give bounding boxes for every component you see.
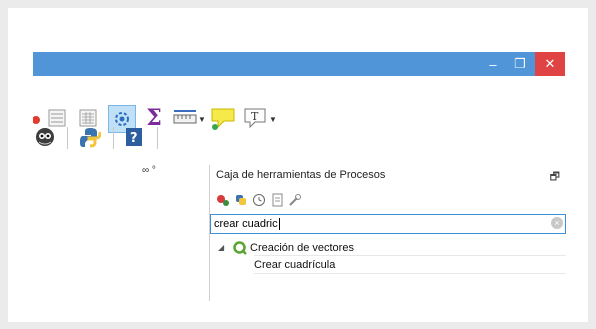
toolbar-separator: [113, 127, 114, 149]
text-annotation-icon[interactable]: T: [243, 105, 267, 131]
collapse-arrow-icon[interactable]: ◢: [218, 243, 230, 252]
options-wrench-icon[interactable]: [288, 193, 302, 207]
qgis-logo-icon: [230, 240, 250, 255]
minimize-button[interactable]: –: [481, 52, 505, 76]
models-icon[interactable]: [216, 193, 230, 207]
processing-toolbox-panel: Caja de herramientas de Procesos 🗗 crear…: [209, 165, 566, 301]
python-scripts-icon[interactable]: [234, 193, 248, 207]
annotation-icon[interactable]: [209, 105, 237, 131]
maximize-button[interactable]: ❐: [507, 52, 533, 76]
plugins-icon[interactable]: [33, 125, 57, 149]
toolbox-search-input[interactable]: crear cuadric ×: [210, 214, 566, 234]
tree-algorithm-label: Crear cuadrícula: [254, 258, 336, 271]
text-cursor: [279, 218, 280, 230]
toolbar-separator: [67, 127, 68, 149]
panel-float-button[interactable]: 🗗: [550, 168, 560, 187]
window-titlebar: – ❐ ✕: [33, 52, 565, 76]
tree-group-label: Creación de vectores: [250, 241, 354, 254]
close-button[interactable]: ✕: [535, 52, 565, 76]
canvas-lens-icon: ∞ °: [142, 165, 156, 176]
svg-text:?: ?: [130, 131, 138, 146]
python-console-icon[interactable]: [78, 125, 102, 149]
map-canvas[interactable]: [33, 165, 209, 301]
measure-dropdown-chevron-icon[interactable]: ▼: [198, 114, 206, 124]
sum-icon[interactable]: Σ: [143, 105, 165, 131]
results-document-icon[interactable]: [270, 193, 284, 207]
history-clock-icon[interactable]: [252, 193, 266, 207]
text-annotation-dropdown-chevron-icon[interactable]: ▼: [269, 114, 277, 124]
clear-search-icon[interactable]: ×: [551, 217, 563, 229]
search-input-text: crear cuadric: [214, 218, 278, 230]
help-icon[interactable]: ?: [123, 125, 145, 149]
svg-text:T: T: [251, 110, 259, 123]
tree-group-row[interactable]: ◢ Creación de vectores: [218, 239, 354, 256]
panel-title: Caja de herramientas de Procesos: [216, 169, 386, 181]
measure-icon[interactable]: [173, 108, 197, 128]
toolbar-separator: [157, 127, 158, 149]
tree-algorithm-row[interactable]: Crear cuadrícula: [254, 255, 566, 274]
